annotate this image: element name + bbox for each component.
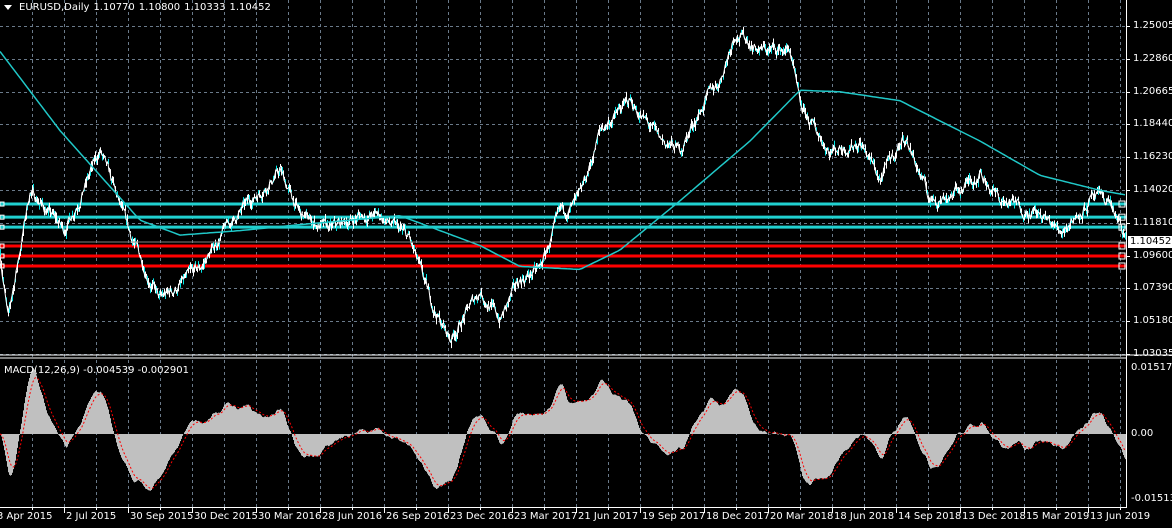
price-axis-label: 1.07390 [1133,282,1172,294]
collapse-triangle-icon[interactable] [4,5,12,10]
moving-average-line [0,51,1126,271]
date-axis-label: 30 Sep 2015 [130,511,194,522]
close-line [0,30,1126,344]
macd-title: MACD(12,26,9) -0.004539 -0.002901 [4,365,189,376]
macd-main-value: -0.004539 [83,365,135,376]
low-value: 1.10333 [184,2,226,13]
price-axis-label: 1.16230 [1133,151,1172,163]
date-axis-label: 14 Sep 2018 [898,511,962,522]
macd-signal-value: -0.002901 [137,365,189,376]
date-axis-label: 21 Jun 2017 [578,511,639,522]
open-value: 1.10770 [93,2,135,13]
price-axis-label: 1.18440 [1133,118,1172,130]
symbol-label: EURUSD,Daily [19,2,90,13]
price-axis-label: 1.25005 [1133,20,1172,31]
date-axis-label: 23 Dec 2016 [450,511,514,522]
close-value: 1.10452 [229,2,271,13]
price-axis-label: 1.22860 [1133,52,1172,64]
date-axis-label: 2 Jul 2015 [66,511,117,522]
date-axis-label: 28 Jun 2016 [322,511,383,522]
price-axis-label: 1.14020 [1133,184,1172,195]
macd-axis-label: 0.00 [1131,428,1154,439]
price-axis-label: 1.09600 [1133,249,1172,261]
macd-histogram [1,368,1126,491]
date-axis-label: 3 Apr 2015 [0,511,53,522]
date-axis-label: 13 Dec 2018 [962,511,1026,522]
date-axis-label: 26 Sep 2016 [386,511,450,522]
macd-label: MACD(12,26,9) [4,365,80,376]
date-axis-label: 18 Dec 2017 [706,511,770,522]
price-axis-label: 1.03035 [1133,348,1172,359]
chart-title: EURUSD,Daily 1.10770 1.10800 1.10333 1.1… [4,2,271,13]
price-chart[interactable] [0,0,1172,528]
date-axis-label: 23 Mar 2017 [514,511,578,522]
price-axis-label: 1.05180 [1133,315,1172,327]
date-axis-label: 15 Mar 2019 [1026,511,1090,522]
current-price-badge: 1.10452 [1128,236,1172,248]
date-axis-label: 30 Mar 2016 [258,511,322,522]
date-axis-label: 20 Mar 2018 [770,511,834,522]
price-bars [0,26,1126,349]
price-axis-label: 1.11810 [1133,216,1172,228]
date-axis-label: 30 Dec 2015 [194,511,258,522]
price-axis-label: 1.20665 [1133,85,1172,97]
date-axis-label: 19 Sep 2017 [642,511,706,522]
macd-axis-label: -0.01513 [1131,493,1172,504]
date-axis-label: 18 Jun 2018 [834,511,895,522]
high-value: 1.10800 [138,2,181,13]
macd-axis-label: 0.01517 [1131,362,1172,373]
date-axis-label: 13 Jun 2019 [1090,511,1151,522]
